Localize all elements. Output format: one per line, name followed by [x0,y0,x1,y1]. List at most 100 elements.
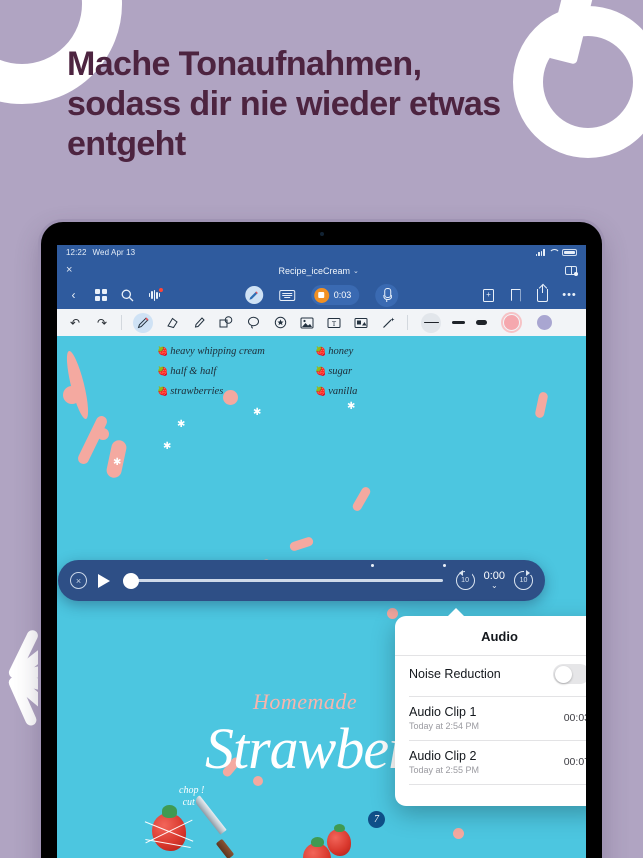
audio-waveform-icon[interactable] [147,287,164,303]
undo-icon[interactable]: ↶ [67,315,83,331]
stop-recording-button[interactable]: 0:03 [310,285,360,305]
tools-divider [121,315,122,330]
bookmark-icon[interactable] [508,288,523,303]
decorative-squiggle [534,391,549,419]
svg-text:T: T [332,319,337,327]
shape-icon[interactable] [218,315,234,331]
ingredient-item: 🍓 honey [315,346,354,357]
stroke-width-thin[interactable] [421,312,441,333]
decorative-squiggle [62,349,93,421]
microphone-icon [383,288,393,302]
back-icon[interactable]: ‹ [66,288,81,303]
text-icon[interactable]: T [326,315,342,331]
widths-divider [407,315,408,330]
play-icon[interactable] [98,573,110,588]
page-title: Mache Tonaufnahmen, sodass dir nie wiede… [67,45,501,164]
drawing-tools-row: ↶ ↷ T [57,309,586,336]
audio-clip-row[interactable]: Audio Clip 2 Today at 2:55 PM 00:07 [395,741,586,784]
decorative-star: ✱ [113,457,122,468]
redo-icon[interactable]: ↷ [94,315,110,331]
ingredient-item: 🍓 half & half [157,366,217,377]
share-icon[interactable] [535,284,550,303]
playback-scrubber[interactable] [123,563,446,589]
lasso-icon[interactable] [245,315,261,331]
audio-clip-timestamp: Today at 2:54 PM [409,721,480,731]
audio-clip-name: Audio Clip 1 [409,705,477,719]
skip-back-10-icon[interactable]: 10 [455,570,475,590]
decorative-blob [97,428,109,440]
pen-icon[interactable] [133,312,153,333]
pen-tool-icon[interactable] [244,286,263,304]
stop-icon [313,287,329,303]
audio-clip-row[interactable]: Audio Clip 1 Today at 2:54 PM 00:03 [395,697,586,740]
highlighter-icon[interactable] [191,315,207,331]
decorative-squiggle [76,414,109,466]
add-page-icon[interactable] [481,288,496,303]
close-playback-icon[interactable]: × [70,572,87,589]
audio-panel: Audio Noise Reduction Audio Clip 1 Today… [395,608,586,806]
media-icon[interactable] [353,315,369,331]
audio-clip-duration: 00:07 [563,756,586,768]
tablet-screen: 12:22 Wed Apr 13 × Recipe_iceCream ⌄ ‹ 0… [57,245,586,858]
audio-clip-duration: 00:03 [563,712,586,724]
decorative-blob [453,828,464,839]
noise-reduction-toggle[interactable] [553,664,586,684]
audio-panel-title: Audio [481,629,518,644]
split-view-icon[interactable] [565,265,578,276]
chevron-down-icon: ⌄ [353,267,359,275]
app-bar: × Recipe_iceCream ⌄ [57,260,586,281]
audio-playback-bar: × 10 0:00 ⌄ 10 [58,560,545,601]
ingredient-item: 🍓 strawberries [157,386,224,397]
noise-reduction-row[interactable]: Noise Reduction [395,656,586,696]
note-toolbar: ‹ 0:03 + ••• [57,281,586,309]
decorative-blob [63,386,81,404]
note-title-text: Recipe_iceCream [278,265,351,276]
pages-grid-icon[interactable] [93,288,108,303]
page-root: Mache Tonaufnahmen, sodass dir nie wiede… [0,0,643,858]
audio-clip-timestamp: Today at 2:55 PM [409,765,480,775]
noise-reduction-label: Noise Reduction [409,667,501,681]
decorative-star: ✱ [163,441,172,452]
status-time: 12:22 [66,248,87,257]
close-note-button[interactable]: × [66,265,72,276]
playback-time[interactable]: 0:00 ⌄ [483,569,505,591]
note-title[interactable]: Recipe_iceCream ⌄ [72,266,565,276]
status-bar: 12:22 Wed Apr 13 [57,245,586,260]
decorative-squiggle [288,536,315,552]
decorative-star: ✱ [253,407,262,418]
step-marker-7: 7 [368,811,385,828]
camera-icon [319,232,324,236]
stroke-width-medium[interactable] [452,321,465,324]
search-icon[interactable] [120,288,135,303]
ingredient-item: 🍓 vanilla [315,386,358,397]
strawberry-image [327,823,351,856]
sticker-icon[interactable] [272,315,288,331]
note-subtitle-script: Homemade [253,689,358,714]
audio-clip-name: Audio Clip 2 [409,749,477,763]
decorative-star: ✱ [347,401,356,412]
decorative-star: ✱ [177,419,186,430]
image-icon[interactable] [299,315,315,331]
eraser-icon[interactable] [164,315,180,331]
recording-time: 0:03 [333,290,352,300]
decorative-squiggle [351,485,372,513]
keyboard-icon[interactable] [278,289,295,301]
playback-time-value: 0:00 [483,569,505,582]
microphone-button[interactable] [375,283,399,307]
ingredient-item: 🍓 sugar [315,366,353,377]
stroke-width-thick[interactable] [476,320,487,325]
cellular-signal-icon [535,249,545,256]
skip-forward-10-icon[interactable]: 10 [514,570,533,590]
tablet-device: 12:22 Wed Apr 13 × Recipe_iceCream ⌄ ‹ 0… [41,222,602,858]
color-swatch-pink[interactable] [500,311,523,334]
panel-divider [409,784,586,785]
status-date: Wed Apr 13 [92,248,136,257]
decorative-blob [223,390,238,405]
ingredient-item: 🍓 heavy whipping cream [157,346,265,357]
more-options-icon[interactable]: ••• [562,288,577,303]
battery-icon [562,248,577,257]
magic-wand-icon[interactable] [380,315,396,331]
chevron-down-icon: ⌄ [490,581,498,591]
wifi-icon [549,249,558,256]
color-swatch-purple[interactable] [537,315,552,330]
